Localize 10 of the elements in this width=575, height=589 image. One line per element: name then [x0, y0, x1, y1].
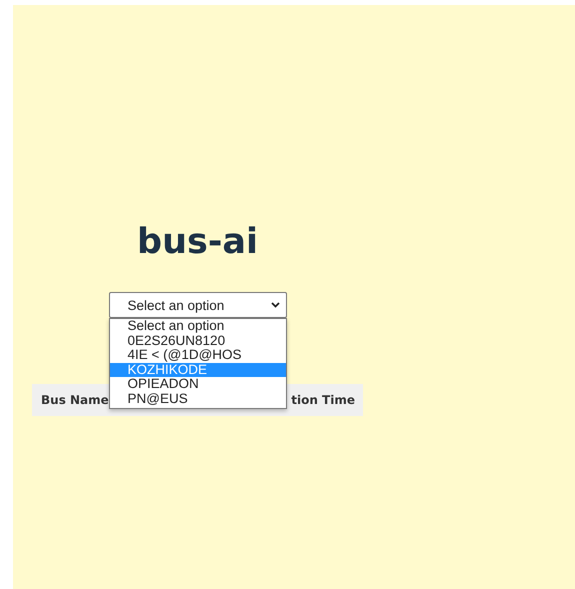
column-header: tion Time [291, 393, 355, 407]
dropdown-option[interactable]: 0E2S26UN8120 [110, 334, 286, 348]
dropdown-option[interactable]: Select an option [110, 319, 286, 334]
dropdown-option[interactable]: 4IE < (@1D@HOS [110, 348, 286, 363]
select-field[interactable]: Select an option [108, 292, 286, 318]
chevron-icon [270, 302, 280, 308]
dropdown-option[interactable]: PN@EUS [110, 392, 286, 407]
dropdown-option[interactable]: OPIEADON [110, 377, 286, 392]
column-header: Bus Name [41, 393, 109, 407]
page-title: bus-ai [137, 221, 258, 264]
